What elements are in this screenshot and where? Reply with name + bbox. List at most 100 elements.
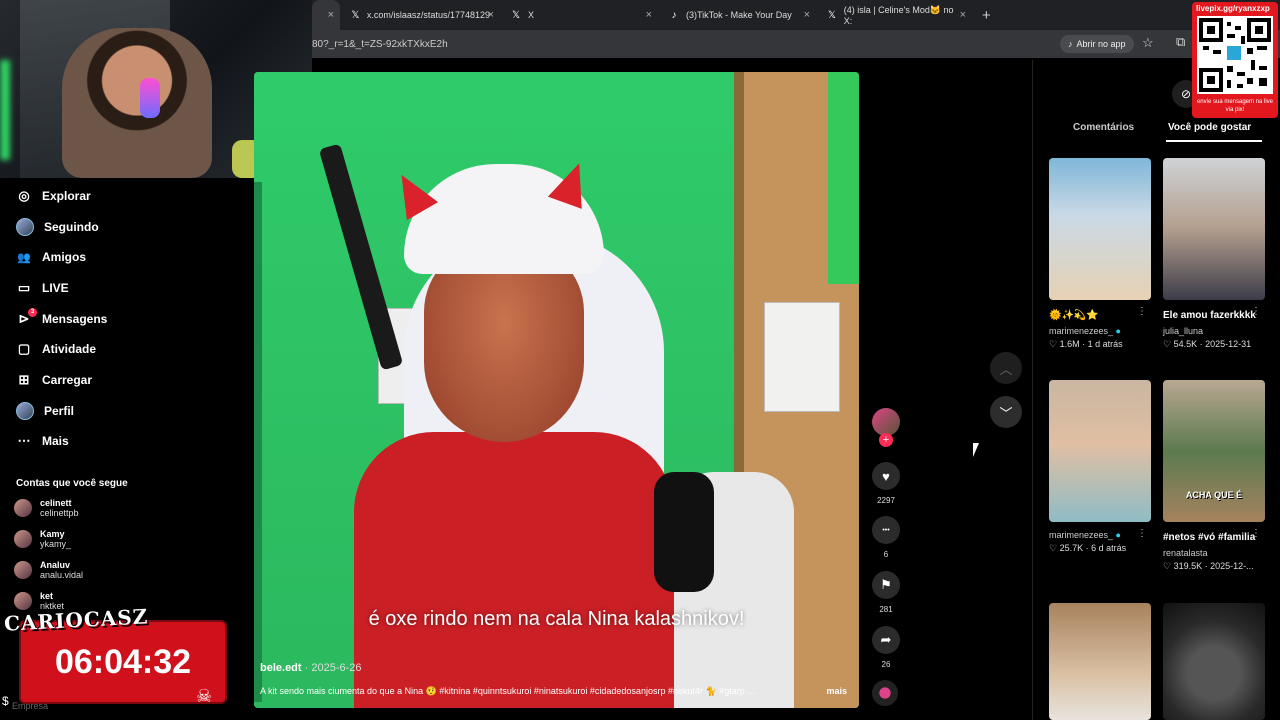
- tiktok-icon: ♪: [671, 9, 677, 21]
- more-options-icon[interactable]: ⋮: [1137, 528, 1147, 539]
- card-author[interactable]: marimenezees_ ●: [1049, 326, 1151, 336]
- comment-count: 6: [883, 550, 889, 559]
- creator-avatar[interactable]: [872, 408, 900, 436]
- more-link[interactable]: mais: [826, 686, 847, 696]
- x-icon: 𝕏: [351, 9, 360, 21]
- character-glove: [654, 472, 714, 592]
- recommended-video-card[interactable]: ⋮ marimenezees_ ● ♡ 25.7K · 6 d atrás: [1049, 380, 1151, 554]
- recommended-video-card[interactable]: ⋮ Ele amou fazerkkkk julia_lluna ♡ 54.5K…: [1163, 158, 1265, 350]
- qr-code-icon: [1197, 16, 1273, 94]
- new-tab-button[interactable]: +: [982, 7, 991, 24]
- like-action[interactable]: ♥ 2297: [870, 462, 902, 505]
- open-in-app-button[interactable]: ♪ Abrir no app: [1060, 35, 1134, 53]
- tab-label: X: [528, 10, 535, 20]
- more-options-icon[interactable]: ⋮: [1137, 306, 1147, 317]
- comment-action[interactable]: ••• 6: [870, 516, 902, 559]
- card-author[interactable]: marimenezees_ ●: [1049, 530, 1151, 540]
- close-tab-icon[interactable]: ×: [328, 9, 334, 21]
- more-options-icon[interactable]: ⋮: [1251, 528, 1261, 539]
- headset: [140, 78, 160, 118]
- sidebar-item-amigos[interactable]: 👥 Amigos: [16, 247, 86, 267]
- sidebar-item-mensagens[interactable]: ⊳ 3 Mensagens: [16, 308, 107, 329]
- heart-icon[interactable]: ♥: [872, 462, 900, 490]
- pix-qr-overlay: livepix.gg/ryanxzxp envie sua mensagem n…: [1192, 2, 1278, 118]
- video-thumbnail[interactable]: [1049, 603, 1151, 720]
- account-name: Kamy: [40, 529, 65, 539]
- recommended-video-card[interactable]: ⋮ 🌞✨💫⭐ marimenezees_ ● ♡ 1.6M · 1 d atrá…: [1049, 158, 1151, 350]
- author-name[interactable]: julia_lluna: [1163, 326, 1203, 336]
- recommended-video-card[interactable]: ACHA QUE É ⋮ #netos #vó #familia renatal…: [1163, 380, 1265, 572]
- friends-icon: 👥: [17, 251, 31, 264]
- bookmark-star-icon[interactable]: ☆: [1142, 35, 1154, 51]
- card-stats: ♡ 319.5K · 2025-12-...: [1163, 561, 1254, 571]
- video-thumbnail[interactable]: [1163, 603, 1265, 720]
- comment-icon[interactable]: •••: [872, 516, 900, 544]
- paper-sheet: [764, 302, 840, 412]
- previous-video-button[interactable]: ︿: [990, 352, 1022, 384]
- video-player[interactable]: é oxe rindo nem na cala Nina kalashnikov…: [254, 72, 859, 708]
- author-name[interactable]: marimenezees_: [1049, 530, 1113, 540]
- sidebar-item-label: Mais: [42, 434, 69, 448]
- video-author[interactable]: bele.edt · 2025-6-26: [260, 662, 362, 674]
- sidebar-item-mais[interactable]: ⋯ Mais: [16, 431, 69, 451]
- followed-account[interactable]: celinett celinettpb: [14, 498, 79, 518]
- video-thumbnail[interactable]: ACHA QUE É: [1163, 380, 1265, 522]
- browser-tab[interactable]: 𝕏 x.com/islaasz/status/17748129 ×: [340, 0, 500, 30]
- follow-button[interactable]: +: [879, 433, 893, 447]
- close-tab-icon[interactable]: ×: [646, 9, 652, 21]
- sidebar-item-label: Perfil: [44, 404, 75, 418]
- sidebar-item-label: LIVE: [42, 281, 69, 295]
- sidebar-item-explorar[interactable]: ◎ Explorar: [16, 186, 90, 206]
- video-thumbnail[interactable]: [1163, 158, 1265, 300]
- browser-tab[interactable]: 𝕏 X ×: [500, 0, 658, 30]
- video-thumbnail[interactable]: [1049, 158, 1151, 300]
- sidebar-item-live[interactable]: ▭ LIVE: [16, 278, 69, 298]
- recommended-video-card[interactable]: [1049, 603, 1151, 720]
- profile-icon: [16, 402, 34, 420]
- browser-tab[interactable]: ×: [312, 0, 340, 30]
- share-icon[interactable]: ➦: [872, 626, 900, 654]
- bookmark-icon[interactable]: ⚑: [872, 571, 900, 599]
- save-action[interactable]: ⚑ 281: [870, 571, 902, 614]
- close-tab-icon[interactable]: ×: [804, 9, 810, 21]
- sidebar-item-label: Amigos: [42, 250, 87, 264]
- card-title: 🌞✨💫⭐: [1049, 310, 1099, 321]
- share-action[interactable]: ➦ 26: [870, 626, 902, 669]
- author-name[interactable]: bele.edt: [260, 662, 302, 674]
- sidebar-item-atividade[interactable]: ▢ Atividade: [16, 339, 96, 359]
- account-handle: celinettpb: [40, 508, 79, 518]
- following-accounts-title: Contas que você segue: [16, 478, 128, 489]
- card-author[interactable]: renatalasta: [1163, 548, 1265, 558]
- sidebar-item-label: Seguindo: [44, 220, 99, 234]
- panel-divider: [1032, 60, 1033, 720]
- followed-account[interactable]: Analuv analu.vidal: [14, 560, 83, 580]
- close-tab-icon[interactable]: ×: [960, 9, 966, 21]
- like-count: 2297: [877, 496, 895, 505]
- browser-tab[interactable]: 𝕏 (4) isla | Celine's Mod🐱 no X: ×: [816, 0, 972, 30]
- music-disc-icon[interactable]: [872, 680, 898, 706]
- sidebar-item-carregar[interactable]: ⊞ Carregar: [16, 370, 92, 390]
- tab-comments[interactable]: Comentários: [1073, 122, 1134, 133]
- video-thumbnail[interactable]: [1049, 380, 1151, 522]
- card-author[interactable]: julia_lluna: [1163, 326, 1265, 336]
- next-video-button[interactable]: ﹀: [990, 396, 1022, 428]
- character-top: [354, 432, 674, 708]
- save-count: 281: [879, 605, 893, 614]
- author-name[interactable]: marimenezees_: [1049, 326, 1113, 336]
- mouse-cursor-icon: [973, 443, 979, 457]
- tab-you-may-like[interactable]: Você pode gostar: [1168, 122, 1251, 133]
- tab-label: x.com/islaasz/status/17748129: [366, 10, 490, 20]
- skull-icon: ☠: [196, 686, 213, 706]
- extensions-icon[interactable]: ⧉: [1176, 34, 1185, 50]
- recommended-video-card[interactable]: [1163, 603, 1265, 720]
- url-text[interactable]: 80?_r=1&_t=ZS-92xkTXkxE2h: [312, 39, 448, 50]
- streamer: [62, 28, 212, 178]
- browser-tab[interactable]: ♪ (3)TikTok - Make Your Day ×: [658, 0, 816, 30]
- sidebar-item-seguindo[interactable]: Seguindo: [16, 217, 99, 237]
- author-name[interactable]: renatalasta: [1163, 548, 1208, 558]
- more-options-icon[interactable]: ⋮: [1251, 306, 1261, 317]
- close-tab-icon[interactable]: ×: [488, 9, 494, 21]
- sidebar-item-perfil[interactable]: Perfil: [16, 401, 74, 421]
- followed-account[interactable]: Kamy ykamy_: [14, 529, 71, 549]
- card-title: #netos #vó #familia: [1163, 532, 1256, 543]
